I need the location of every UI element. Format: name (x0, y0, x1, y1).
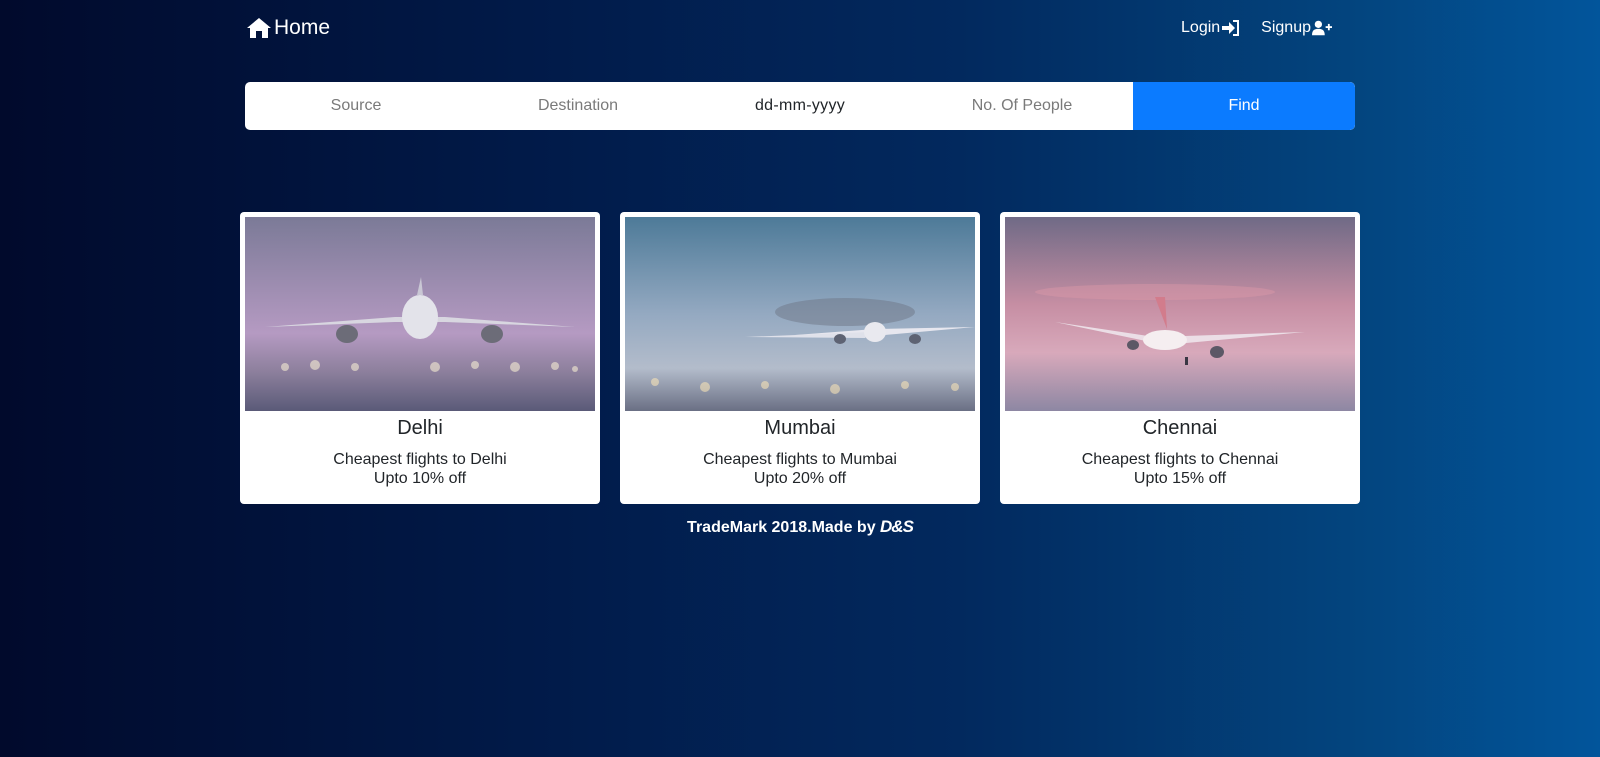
plane-image (1005, 217, 1355, 411)
card-line-1: Cheapest flights to Mumbai (703, 451, 897, 468)
destination-card-chennai[interactable]: Chennai Cheapest flights to Chennai Upto… (1000, 212, 1360, 504)
card-title: Chennai (1142, 417, 1218, 439)
card-text: Cheapest flights to Chennai Upto 15% off (1005, 450, 1355, 488)
card-line-2: Upto 10% off (373, 470, 467, 487)
login-label: Login (1181, 19, 1221, 36)
footer-text: TradeMark 2018.Made by (687, 519, 881, 536)
top-navbar: Home Login Signup (240, 0, 1332, 60)
signup-link[interactable]: Signup (1261, 19, 1332, 37)
home-label: Home (274, 16, 331, 39)
plane-image (625, 217, 975, 411)
card-text: Cheapest flights to Delhi Upto 10% off (245, 450, 595, 488)
sign-in-icon (1222, 20, 1240, 36)
date-input[interactable]: dd-mm-yyyy (689, 82, 911, 130)
home-icon (247, 18, 271, 38)
home-link[interactable]: Home (246, 16, 330, 40)
date-value: dd-mm-yyyy (754, 97, 846, 114)
people-input[interactable] (911, 82, 1133, 130)
card-line-2: Upto 15% off (1133, 470, 1227, 487)
card-line-2: Upto 20% off (753, 470, 847, 487)
find-button[interactable]: Find (1133, 82, 1355, 130)
card-line-1: Cheapest flights to Chennai (1081, 451, 1279, 468)
auth-links: Login Signup (1181, 19, 1332, 37)
signup-label: Signup (1261, 19, 1311, 36)
flight-search-bar: dd-mm-yyyy Find (245, 82, 1355, 130)
destination-input[interactable] (467, 82, 689, 130)
destination-cards: Delhi Cheapest flights to Delhi Upto 10%… (240, 212, 1360, 504)
user-plus-icon (1312, 20, 1332, 36)
card-text: Cheapest flights to Mumbai Upto 20% off (625, 450, 975, 488)
footer: TradeMark 2018.Made by D&S (0, 517, 1600, 537)
footer-brand-logo: D&S (880, 517, 914, 536)
login-link[interactable]: Login (1181, 19, 1241, 37)
plane-image (245, 217, 595, 411)
destination-card-mumbai[interactable]: Mumbai Cheapest flights to Mumbai Upto 2… (620, 212, 980, 504)
destination-card-delhi[interactable]: Delhi Cheapest flights to Delhi Upto 10%… (240, 212, 600, 504)
card-title: Delhi (397, 417, 443, 439)
source-input[interactable] (245, 82, 467, 130)
card-title: Mumbai (764, 417, 836, 439)
card-line-1: Cheapest flights to Delhi (333, 451, 507, 468)
